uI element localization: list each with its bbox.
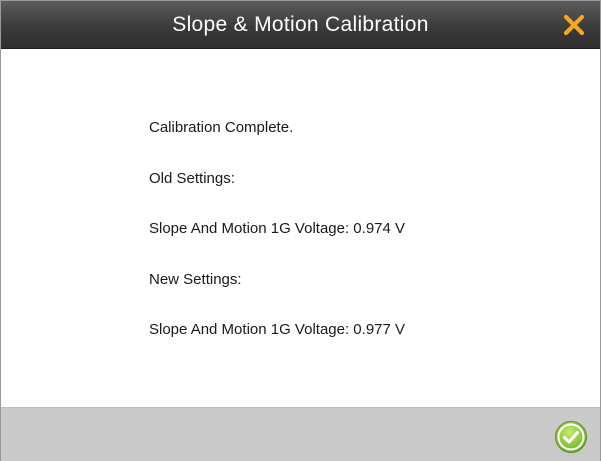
close-icon bbox=[563, 14, 585, 36]
dialog-title: Slope & Motion Calibration bbox=[172, 13, 429, 36]
old-voltage-value: Slope And Motion 1G Voltage: 0.974 V bbox=[149, 220, 406, 237]
calibration-dialog: Slope & Motion Calibration Calibration C… bbox=[0, 0, 601, 461]
old-settings-heading: Old Settings: bbox=[149, 170, 235, 187]
calibration-status-text: Calibration Complete. bbox=[149, 119, 294, 136]
dialog-footer bbox=[1, 407, 600, 461]
title-bar: Slope & Motion Calibration bbox=[1, 1, 600, 49]
close-button[interactable] bbox=[562, 13, 586, 37]
dialog-content: Calibration Complete. Old Settings: Slop… bbox=[1, 49, 600, 407]
ok-button[interactable] bbox=[554, 420, 588, 454]
new-voltage-value: Slope And Motion 1G Voltage: 0.977 V bbox=[149, 321, 406, 338]
new-settings-heading: New Settings: bbox=[149, 271, 242, 288]
check-circle-icon bbox=[555, 421, 587, 453]
